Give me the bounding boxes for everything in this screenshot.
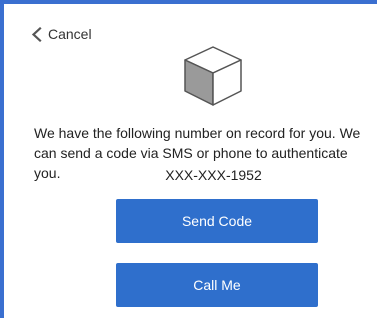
auth-panel: Cancel We have the following number on r… (0, 0, 377, 318)
cube-icon (184, 46, 242, 106)
send-code-button[interactable]: Send Code (116, 199, 318, 243)
cancel-link[interactable]: Cancel (30, 26, 92, 42)
phone-number: XXX-XXX-1952 (165, 167, 262, 183)
cancel-label: Cancel (48, 26, 92, 42)
chevron-left-icon (31, 26, 42, 42)
call-me-button[interactable]: Call Me (116, 263, 318, 307)
